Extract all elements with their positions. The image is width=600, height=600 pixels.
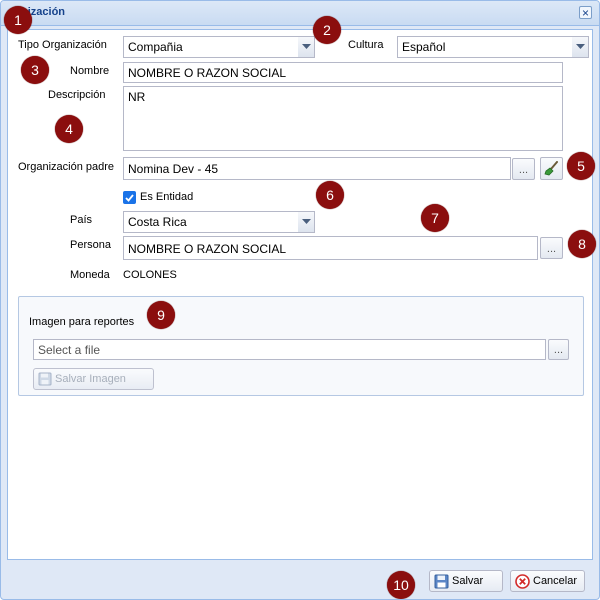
annotation-marker-7: 7 bbox=[421, 204, 449, 232]
descripcion-textarea[interactable]: NR bbox=[123, 86, 563, 151]
persona-input[interactable]: NOMBRE O RAZON SOCIAL bbox=[123, 236, 538, 260]
organization-dialog: nización × Tipo Organización Compañia Cu… bbox=[0, 0, 600, 600]
close-button[interactable]: × bbox=[579, 6, 592, 19]
org-padre-clear-button[interactable] bbox=[540, 157, 563, 180]
nombre-label: Nombre bbox=[70, 65, 110, 77]
pais-combo[interactable]: Costa Rica bbox=[123, 211, 299, 233]
moneda-value: COLONES bbox=[123, 269, 177, 281]
save-image-button[interactable]: Salvar Imagen bbox=[33, 368, 154, 390]
moneda-label: Moneda bbox=[70, 269, 110, 281]
org-padre-browse-button[interactable]: ... bbox=[512, 158, 535, 180]
annotation-marker-9: 9 bbox=[147, 301, 175, 329]
es-entidad-checkbox[interactable] bbox=[123, 191, 136, 204]
es-entidad-label: Es Entidad bbox=[140, 191, 194, 203]
persona-value: NOMBRE O RAZON SOCIAL bbox=[128, 242, 287, 256]
annotation-marker-6: 6 bbox=[316, 181, 344, 209]
save-button-label: Salvar bbox=[452, 575, 484, 587]
annotation-marker-2: 2 bbox=[313, 16, 341, 44]
cultura-value: Español bbox=[402, 40, 446, 54]
pais-value: Costa Rica bbox=[128, 215, 187, 229]
annotation-marker-5: 5 bbox=[567, 152, 595, 180]
org-padre-value: Nomina Dev - 45 bbox=[128, 162, 219, 176]
tipo-organizacion-combo[interactable]: Compañia bbox=[123, 36, 299, 58]
annotation-marker-1: 1 bbox=[4, 6, 32, 34]
chevron-down-icon bbox=[575, 44, 585, 49]
cultura-combo[interactable]: Español bbox=[397, 36, 573, 58]
pais-label: País bbox=[70, 214, 93, 226]
cancel-button-label: Cancelar bbox=[533, 575, 578, 587]
descripcion-label: Descripción bbox=[48, 89, 106, 101]
descripcion-value: NR bbox=[128, 90, 146, 104]
save-image-label: Salvar Imagen bbox=[55, 373, 126, 385]
nombre-input[interactable]: NOMBRE O RAZON SOCIAL bbox=[123, 62, 563, 83]
persona-browse-button[interactable]: ... bbox=[540, 237, 563, 259]
brush-icon bbox=[544, 161, 558, 176]
save-button[interactable]: Salvar bbox=[429, 570, 503, 592]
floppy-disk-icon bbox=[434, 574, 449, 588]
annotation-marker-4: 4 bbox=[55, 115, 83, 143]
chevron-down-icon bbox=[301, 44, 311, 49]
imagen-file-placeholder: Select a file bbox=[38, 343, 101, 357]
org-padre-label: Organización padre bbox=[18, 161, 115, 173]
annotation-marker-10: 10 bbox=[387, 571, 415, 599]
cultura-label: Cultura bbox=[348, 39, 384, 51]
imagen-file-input[interactable]: Select a file bbox=[33, 339, 546, 360]
tipo-organizacion-label: Tipo Organización bbox=[18, 39, 107, 51]
imagen-section-label: Imagen para reportes bbox=[29, 316, 135, 328]
persona-label: Persona bbox=[70, 239, 111, 251]
pais-dropdown-button[interactable] bbox=[298, 211, 315, 233]
cancel-button[interactable]: Cancelar bbox=[510, 570, 585, 592]
annotation-marker-8: 8 bbox=[568, 230, 596, 258]
close-icon: × bbox=[581, 6, 589, 20]
checkmark-icon bbox=[125, 193, 134, 202]
nombre-value: NOMBRE O RAZON SOCIAL bbox=[128, 66, 287, 80]
chevron-down-icon bbox=[301, 219, 311, 224]
org-padre-input[interactable]: Nomina Dev - 45 bbox=[123, 157, 511, 180]
cultura-dropdown-button[interactable] bbox=[572, 36, 589, 58]
tipo-organizacion-value: Compañia bbox=[128, 40, 183, 54]
floppy-disk-icon bbox=[38, 372, 52, 386]
annotation-marker-3: 3 bbox=[21, 56, 49, 84]
imagen-browse-button[interactable]: ... bbox=[548, 339, 569, 360]
tipo-organizacion-dropdown-button[interactable] bbox=[298, 36, 315, 58]
cancel-icon bbox=[515, 573, 530, 589]
dialog-titlebar: nización × bbox=[1, 1, 599, 26]
